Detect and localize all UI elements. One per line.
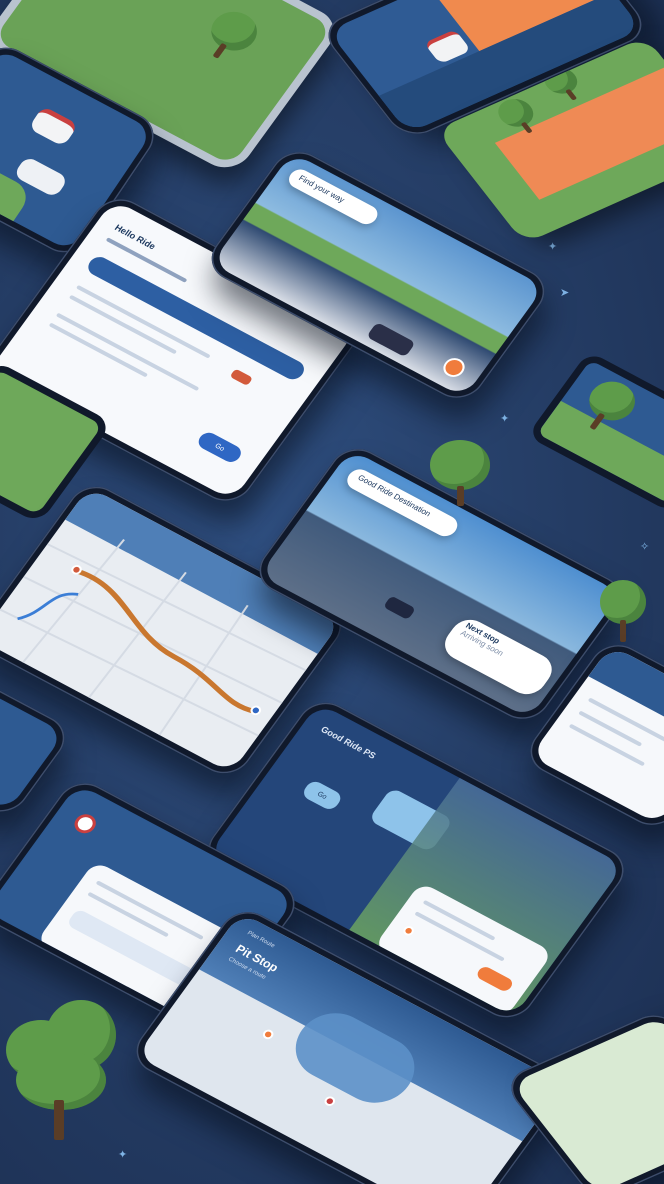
search-bubble[interactable]: Find your way xyxy=(284,166,382,228)
map-pin-icon xyxy=(322,1094,338,1108)
map-pin-icon xyxy=(401,924,416,938)
map-pin-icon xyxy=(439,354,469,381)
car-icon xyxy=(229,368,254,387)
phone-map-corner xyxy=(500,1007,664,1184)
arrow-icon: ➤ xyxy=(560,287,570,299)
orange-action-button[interactable] xyxy=(474,964,515,994)
sparkle-icon: ✦ xyxy=(500,413,510,425)
car-icon xyxy=(382,595,416,621)
sparkle-icon: ✦ xyxy=(548,241,558,253)
car-icon xyxy=(366,321,416,358)
profile-icon xyxy=(70,810,100,837)
info-pill[interactable]: Next stop Arriving soon xyxy=(437,613,560,701)
tree-tile-right xyxy=(526,351,664,513)
map-pin-icon xyxy=(260,1027,276,1041)
sparkle-icon: ✧ xyxy=(640,541,650,553)
go-button[interactable]: Go xyxy=(195,429,245,466)
car-icon xyxy=(28,105,79,147)
panel-header: Good Ride PS xyxy=(318,724,378,761)
sparkle-icon: ✦ xyxy=(118,1149,128,1161)
isometric-app-scene: ✦ ➤ ✦ ✦ ✧ Hello Ride Go Find your way Go… xyxy=(0,0,664,1184)
chip-button[interactable]: Go xyxy=(300,778,345,813)
